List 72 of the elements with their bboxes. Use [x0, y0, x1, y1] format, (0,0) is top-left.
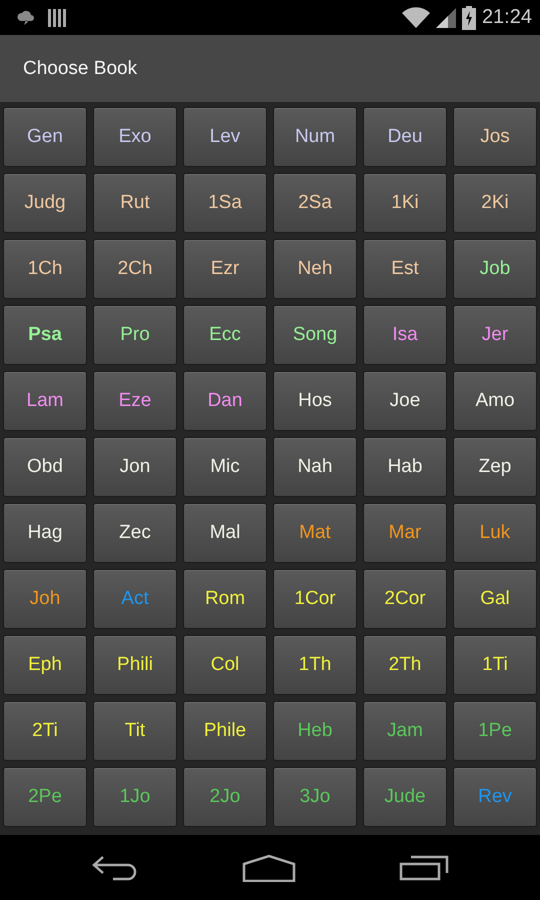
book-button[interactable]: Jos [453, 107, 537, 167]
book-button[interactable]: Col [183, 635, 267, 695]
book-button[interactable]: Neh [273, 239, 357, 299]
book-button[interactable]: 1Ti [453, 635, 537, 695]
book-button[interactable]: 1Ki [363, 173, 447, 233]
book-button[interactable]: Exo [93, 107, 177, 167]
battery-icon [462, 6, 476, 30]
book-button[interactable]: Amo [453, 371, 537, 431]
book-button[interactable]: Ezr [183, 239, 267, 299]
book-button[interactable]: 1Cor [273, 569, 357, 629]
book-button[interactable]: 1Jo [93, 767, 177, 827]
book-button[interactable]: Jon [93, 437, 177, 497]
book-button[interactable]: 2Pe [3, 767, 87, 827]
book-button[interactable]: Rut [93, 173, 177, 233]
recent-apps-icon[interactable] [398, 854, 449, 880]
book-button[interactable]: Jer [453, 305, 537, 365]
book-button[interactable]: Heb [273, 701, 357, 761]
bars-icon [48, 8, 66, 28]
book-button[interactable]: Mar [363, 503, 447, 563]
book-button[interactable]: Phili [93, 635, 177, 695]
book-button[interactable]: 1Pe [453, 701, 537, 761]
book-button[interactable]: 2Cor [363, 569, 447, 629]
book-button[interactable]: Est [363, 239, 447, 299]
book-button[interactable]: Phile [183, 701, 267, 761]
book-button[interactable]: Mic [183, 437, 267, 497]
book-button[interactable]: Luk [453, 503, 537, 563]
book-button[interactable]: 1Sa [183, 173, 267, 233]
book-button[interactable]: Psa [3, 305, 87, 365]
book-button[interactable]: Song [273, 305, 357, 365]
book-button[interactable]: Mal [183, 503, 267, 563]
book-button[interactable]: Tit [93, 701, 177, 761]
status-time: 21:24 [482, 6, 532, 29]
book-button[interactable]: Joe [363, 371, 447, 431]
book-button[interactable]: Obd [3, 437, 87, 497]
book-button[interactable]: Zep [453, 437, 537, 497]
book-button[interactable]: Eph [3, 635, 87, 695]
book-button[interactable]: Gen [3, 107, 87, 167]
book-button[interactable]: Hab [363, 437, 447, 497]
book-button[interactable]: Gal [453, 569, 537, 629]
book-button[interactable]: 2Ti [3, 701, 87, 761]
book-button[interactable]: 1Ch [3, 239, 87, 299]
book-button[interactable]: Hag [3, 503, 87, 563]
wifi-icon [402, 6, 430, 28]
book-button[interactable]: Zec [93, 503, 177, 563]
book-button[interactable]: Hos [273, 371, 357, 431]
book-button[interactable]: Lev [183, 107, 267, 167]
screen-title: Choose Book [23, 58, 138, 80]
book-button[interactable]: Lam [3, 371, 87, 431]
home-icon[interactable] [242, 854, 296, 882]
book-button[interactable]: Pro [93, 305, 177, 365]
book-button[interactable]: Dan [183, 371, 267, 431]
book-button[interactable]: Num [273, 107, 357, 167]
book-button[interactable]: Joh [3, 569, 87, 629]
book-button[interactable]: Mat [273, 503, 357, 563]
book-button[interactable]: Isa [363, 305, 447, 365]
book-button[interactable]: Ecc [183, 305, 267, 365]
book-button[interactable]: 2Th [363, 635, 447, 695]
book-button[interactable]: Job [453, 239, 537, 299]
book-button[interactable]: 2Jo [183, 767, 267, 827]
book-button[interactable]: Eze [93, 371, 177, 431]
book-button[interactable]: 2Ch [93, 239, 177, 299]
book-button[interactable]: 2Sa [273, 173, 357, 233]
book-button[interactable]: 2Ki [453, 173, 537, 233]
signal-icon [436, 6, 456, 28]
book-button[interactable]: Jam [363, 701, 447, 761]
book-button[interactable]: Nah [273, 437, 357, 497]
book-button[interactable]: Jude [363, 767, 447, 827]
book-button[interactable]: Deu [363, 107, 447, 167]
book-button[interactable]: 3Jo [273, 767, 357, 827]
book-button[interactable]: Judg [3, 173, 87, 233]
book-button[interactable]: 1Th [273, 635, 357, 695]
book-button[interactable]: Rom [183, 569, 267, 629]
